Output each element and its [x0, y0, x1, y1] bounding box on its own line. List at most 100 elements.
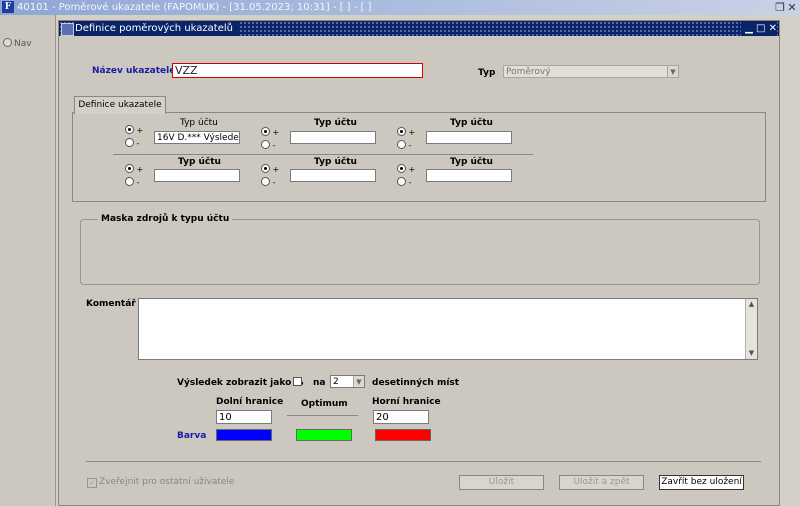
close-without-saving-button[interactable]: Zavřít bez uložení — [659, 475, 744, 490]
radio-minus-indicator — [261, 140, 270, 149]
account-type-input[interactable] — [154, 169, 240, 182]
radio-plus[interactable]: + — [125, 164, 143, 174]
radio-plus-indicator — [261, 164, 270, 173]
publish-checkbox[interactable]: ✓ Zveřejnit pro ostatní uživatele — [87, 477, 234, 488]
decimals-select[interactable]: 2 ▼ — [330, 375, 365, 388]
radio-plus[interactable]: + — [397, 164, 415, 174]
checkmark-icon: ✓ — [87, 478, 97, 488]
optimum-color-swatch[interactable] — [296, 429, 352, 441]
tab-definice-ukazatele[interactable]: Definice ukazatele — [74, 96, 166, 114]
radio-plus-indicator — [125, 164, 134, 173]
radio-minus-indicator — [125, 138, 134, 147]
account-type-header: Typ účtu — [178, 157, 221, 167]
type-label: Typ — [478, 68, 496, 78]
row-separator — [113, 154, 533, 155]
radio-minus-indicator — [397, 140, 406, 149]
radio-minus[interactable]: - — [397, 140, 411, 150]
comment-textarea[interactable]: ▲ ▼ — [138, 298, 758, 360]
minimize-icon[interactable]: ▁ — [745, 23, 753, 34]
optimum-label: Optimum — [301, 399, 348, 409]
radio-plus-label: + — [408, 165, 416, 174]
lower-bound-label: Dolní hranice — [216, 397, 284, 407]
radio-plus-label: + — [272, 128, 280, 137]
mask-groupbox — [80, 219, 760, 285]
radio-plus-label: + — [272, 165, 280, 174]
radio-minus-label: - — [136, 178, 140, 187]
type-select-value: Poměrový — [506, 67, 551, 77]
radio-plus-indicator — [125, 125, 134, 134]
window-close-icon[interactable]: ✕ — [769, 23, 777, 34]
radio-plus-indicator — [397, 127, 406, 136]
comment-label: Komentář — [86, 299, 136, 309]
na-label: na — [313, 378, 326, 388]
close-icon[interactable]: ✕ — [786, 0, 798, 15]
radio-plus[interactable]: + — [397, 127, 415, 137]
chevron-down-icon[interactable]: ▼ — [667, 66, 678, 77]
radio-minus-label: - — [408, 141, 412, 150]
lower-bound-input[interactable]: 10 — [216, 410, 272, 424]
radio-minus[interactable]: - — [397, 177, 411, 187]
account-type-input[interactable]: 16V D.*** Výsledek h — [154, 131, 240, 144]
radio-plus[interactable]: + — [261, 127, 279, 137]
account-type-header: Typ účtu — [314, 157, 357, 167]
type-select[interactable]: Poměrový ▼ — [503, 65, 679, 78]
radio-minus[interactable]: - — [261, 140, 275, 150]
footer-separator — [86, 461, 761, 462]
radio-minus-indicator — [397, 177, 406, 186]
upper-color-swatch[interactable] — [375, 429, 431, 441]
maximize-icon[interactable]: □ — [756, 23, 765, 34]
chevron-down-icon[interactable]: ▼ — [353, 376, 364, 387]
decimals-value: 2 — [333, 377, 339, 387]
form-window-title: Definice poměrových ukazatelů — [75, 21, 239, 36]
account-type-header: Typ účtu — [180, 118, 218, 128]
radio-plus[interactable]: + — [261, 164, 279, 174]
upper-bound-input[interactable]: 20 — [373, 410, 429, 424]
app-title-bar: F 40101 - Poměrové ukazatele (FAPOMUK) -… — [0, 0, 800, 15]
account-type-input[interactable] — [426, 169, 512, 182]
form-window-buttons: ▁ □ ✕ — [741, 21, 777, 36]
form-window-title-bar: Definice poměrových ukazatelů ▁ □ ✕ — [59, 21, 779, 36]
save-button[interactable]: Uložit — [459, 475, 544, 490]
lower-color-swatch[interactable] — [216, 429, 272, 441]
account-type-input[interactable] — [290, 169, 376, 182]
radio-plus-indicator — [397, 164, 406, 173]
nav-label: Nav — [14, 39, 32, 49]
publish-label: Zveřejnit pro ostatní uživatele — [99, 477, 235, 487]
radio-plus[interactable]: + — [125, 125, 143, 135]
radio-minus-label: - — [408, 178, 412, 187]
name-label: Název ukazatele — [92, 66, 176, 76]
app-title: 40101 - Poměrové ukazatele (FAPOMUK) - [… — [17, 2, 372, 13]
comment-scrollbar[interactable]: ▲ ▼ — [745, 299, 757, 359]
account-type-input[interactable] — [426, 131, 512, 144]
radio-plus-label: + — [408, 128, 416, 137]
radio-minus-label: - — [136, 139, 140, 148]
radio-minus[interactable]: - — [261, 177, 275, 187]
optimum-separator — [287, 415, 358, 416]
definition-panel — [72, 112, 766, 202]
nav-icon — [3, 38, 12, 47]
radio-plus-label: + — [136, 126, 144, 135]
upper-bound-label: Horní hranice — [372, 397, 441, 407]
radio-minus[interactable]: - — [125, 177, 139, 187]
navigator-pane: Nav — [0, 15, 56, 506]
result-percent-label: Výsledek zobrazit jako % — [177, 378, 304, 388]
result-percent-checkbox[interactable] — [293, 377, 302, 386]
radio-minus-indicator — [261, 177, 270, 186]
restore-icon[interactable]: ❐ — [774, 0, 786, 15]
nav-button[interactable]: Nav — [3, 38, 32, 49]
radio-minus[interactable]: - — [125, 138, 139, 148]
decimals-suffix-label: desetinných míst — [372, 378, 460, 388]
scroll-up-icon[interactable]: ▲ — [746, 299, 757, 310]
account-type-input[interactable] — [290, 131, 376, 144]
account-type-header: Typ účtu — [450, 157, 493, 167]
name-input[interactable]: VZZ — [172, 63, 423, 78]
color-label: Barva — [177, 431, 207, 441]
account-type-header: Typ účtu — [314, 118, 357, 128]
app-logo-icon: F — [2, 1, 14, 13]
account-type-header: Typ účtu — [450, 118, 493, 128]
mask-title: Maska zdrojů k typu účtu — [98, 214, 233, 224]
radio-plus-label: + — [136, 165, 144, 174]
scroll-down-icon[interactable]: ▼ — [746, 348, 757, 359]
form-window-icon — [61, 23, 74, 36]
save-and-back-button[interactable]: Uložit a zpět — [559, 475, 644, 490]
